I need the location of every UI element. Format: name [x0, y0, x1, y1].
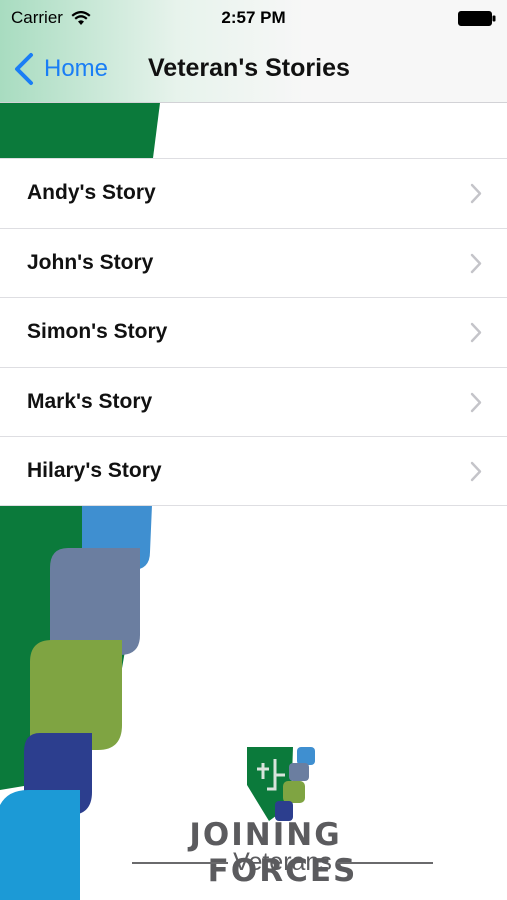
- chevron-right-icon: [470, 253, 482, 273]
- list-item-label: Simon's Story: [27, 320, 168, 344]
- status-bar: Carrier 2:57 PM: [0, 0, 507, 37]
- logo-divider-right: [337, 862, 433, 864]
- list-item-label: Mark's Story: [27, 390, 153, 414]
- list-item-label: John's Story: [27, 250, 154, 274]
- list-item-label: Hilary's Story: [27, 459, 162, 483]
- story-list: Andy's Story John's Story Simon's Story …: [0, 158, 507, 506]
- chevron-right-icon: [470, 462, 482, 482]
- list-item-simons-story[interactable]: Simon's Story: [0, 297, 507, 367]
- list-item-andys-story[interactable]: Andy's Story: [0, 158, 507, 228]
- battery-icon: [458, 11, 496, 26]
- list-item-hilarys-story[interactable]: Hilary's Story: [0, 436, 507, 506]
- chevron-right-icon: [470, 183, 482, 204]
- back-button[interactable]: Home: [13, 51, 108, 87]
- joining-forces-logo: JoiningForces Veterans: [130, 745, 435, 889]
- chevron-right-icon: [470, 392, 482, 412]
- list-item-label: Andy's Story: [27, 181, 156, 205]
- back-button-label: Home: [44, 55, 109, 82]
- chevron-right-icon: [470, 322, 482, 343]
- logo-emblem-icon: [247, 747, 315, 821]
- list-item-marks-story[interactable]: Mark's Story: [0, 366, 507, 437]
- chevron-left-icon: [15, 53, 33, 85]
- page-title: Veteran's Stories: [148, 54, 350, 82]
- status-time: 2:57 PM: [221, 8, 286, 27]
- list-item-johns-story[interactable]: John's Story: [0, 227, 507, 298]
- navigation-bar: Home Veteran's Stories: [0, 37, 507, 103]
